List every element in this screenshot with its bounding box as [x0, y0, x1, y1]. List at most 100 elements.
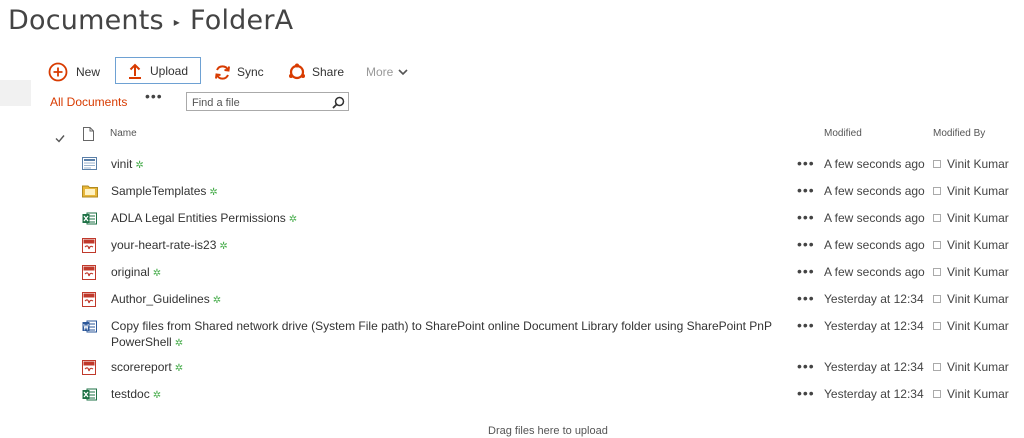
- file-name[interactable]: testdoc ✲: [111, 387, 161, 401]
- table-row[interactable]: SampleTemplates ✲ ••• A few seconds ago V…: [0, 178, 1024, 204]
- upload-arrow-icon: [128, 63, 141, 79]
- column-header-name[interactable]: Name: [110, 128, 137, 144]
- file-name-text: ADLA Legal Entities Permissions: [111, 211, 286, 225]
- modified-by-name: Vinit Kumar: [947, 292, 1009, 306]
- row-modified-by[interactable]: Vinit Kumar: [933, 319, 1009, 333]
- new-item-icon: ✲: [288, 214, 298, 225]
- more-label: More: [366, 65, 394, 79]
- new-item-icon: ✲: [219, 241, 228, 252]
- row-modified-by[interactable]: Vinit Kumar: [933, 211, 1009, 225]
- table-row[interactable]: vinit ✲ ••• A few seconds ago Vinit Kumar: [0, 151, 1024, 177]
- modified-by-name: Vinit Kumar: [947, 157, 1009, 171]
- file-type-header-icon: [83, 127, 94, 146]
- row-menu-icon[interactable]: •••: [797, 290, 815, 306]
- file-name[interactable]: SampleTemplates ✲: [111, 184, 218, 198]
- column-header-modified-by[interactable]: Modified By: [933, 128, 985, 144]
- file-name[interactable]: vinit ✲: [111, 157, 144, 171]
- view-bar: All Documents •••: [50, 88, 349, 112]
- row-menu-icon[interactable]: •••: [797, 209, 815, 225]
- file-name-continued[interactable]: PowerShell ✲: [111, 335, 183, 349]
- row-modified-by[interactable]: Vinit Kumar: [933, 292, 1009, 306]
- table-row[interactable]: Copy files from Shared network drive (Sy…: [0, 313, 1024, 355]
- table-row[interactable]: Author_Guidelines ✲ ••• Yesterday at 12:3…: [0, 286, 1024, 312]
- row-modified-by[interactable]: Vinit Kumar: [933, 157, 1009, 171]
- row-menu-icon[interactable]: •••: [797, 358, 815, 374]
- excel-file-icon: [82, 211, 97, 231]
- file-name-text-line2: PowerShell: [111, 335, 172, 349]
- pdf-file-icon: [82, 265, 96, 285]
- table-row[interactable]: original ✲ ••• A few seconds ago Vinit Ku…: [0, 259, 1024, 285]
- new-item-icon: ✲: [212, 295, 222, 306]
- row-modified-by[interactable]: Vinit Kumar: [933, 238, 1009, 252]
- sync-label: Sync: [237, 65, 264, 79]
- file-name-text: testdoc: [111, 387, 150, 401]
- presence-icon: [933, 160, 941, 168]
- file-name[interactable]: scorereport ✲: [111, 360, 183, 374]
- column-header-modified[interactable]: Modified: [824, 128, 862, 144]
- modified-by-name: Vinit Kumar: [947, 319, 1009, 333]
- file-name[interactable]: Author_Guidelines ✲: [111, 292, 221, 306]
- row-modified-by[interactable]: Vinit Kumar: [933, 387, 1009, 401]
- file-name[interactable]: your-heart-rate-is23 ✲: [111, 238, 228, 252]
- folder-icon: [82, 184, 98, 203]
- view-selector-all-documents[interactable]: All Documents: [50, 95, 127, 109]
- upload-label: Upload: [149, 63, 189, 78]
- modified-by-name: Vinit Kumar: [947, 184, 1009, 198]
- row-modified: Yesterday at 12:34: [824, 319, 924, 333]
- share-icon: [289, 63, 305, 80]
- row-modified: Yesterday at 12:34: [824, 360, 924, 374]
- select-all-check-icon[interactable]: [55, 130, 65, 148]
- view-options-icon[interactable]: •••: [145, 88, 163, 104]
- search-input[interactable]: [187, 94, 327, 112]
- plus-circle-icon: [48, 62, 68, 82]
- file-name-text: Copy files from Shared network drive (Sy…: [111, 319, 772, 333]
- row-menu-icon[interactable]: •••: [797, 236, 815, 252]
- drag-upload-hint: Drag files here to upload: [488, 425, 608, 437]
- new-button[interactable]: New: [48, 58, 102, 86]
- file-name-text: scorereport: [111, 360, 172, 374]
- sync-button[interactable]: Sync: [214, 58, 264, 86]
- row-menu-icon[interactable]: •••: [797, 263, 815, 279]
- row-menu-icon[interactable]: •••: [797, 317, 815, 333]
- breadcrumb: Documents ▸ FolderA: [8, 0, 293, 40]
- share-button[interactable]: Share: [288, 58, 344, 86]
- table-row[interactable]: your-heart-rate-is23 ✲ ••• A few seconds …: [0, 232, 1024, 258]
- modified-by-name: Vinit Kumar: [947, 360, 1009, 374]
- more-button[interactable]: More: [366, 58, 408, 86]
- word-file-icon: [82, 319, 97, 339]
- file-name[interactable]: Copy files from Shared network drive (Sy…: [111, 319, 772, 333]
- presence-icon: [933, 187, 941, 195]
- find-file-box: [186, 92, 349, 112]
- new-item-icon: ✲: [209, 187, 218, 198]
- table-row[interactable]: ADLA Legal Entities Permissions ✲ ••• A f…: [0, 205, 1024, 231]
- row-modified-by[interactable]: Vinit Kumar: [933, 360, 1009, 374]
- row-menu-icon[interactable]: •••: [797, 155, 815, 171]
- row-modified: A few seconds ago: [824, 184, 925, 198]
- new-item-icon: ✲: [152, 390, 162, 401]
- file-name-text: vinit: [111, 157, 133, 171]
- modified-by-name: Vinit Kumar: [947, 265, 1009, 279]
- new-item-icon: ✲: [174, 363, 184, 374]
- presence-icon: [933, 241, 941, 249]
- search-icon[interactable]: [332, 96, 345, 109]
- pdf-file-icon: [82, 238, 96, 258]
- presence-icon: [933, 390, 941, 398]
- row-menu-icon[interactable]: •••: [797, 385, 815, 401]
- page-file-icon: [82, 157, 97, 176]
- row-modified: A few seconds ago: [824, 238, 925, 252]
- file-name[interactable]: original ✲: [111, 265, 161, 279]
- table-row[interactable]: testdoc ✲ ••• Yesterday at 12:34 Vinit Ku…: [0, 381, 1024, 407]
- pdf-file-icon: [82, 360, 96, 380]
- row-modified-by[interactable]: Vinit Kumar: [933, 184, 1009, 198]
- row-menu-icon[interactable]: •••: [797, 182, 815, 198]
- share-label: Share: [312, 65, 345, 79]
- modified-by-name: Vinit Kumar: [947, 238, 1009, 252]
- file-name[interactable]: ADLA Legal Entities Permissions ✲: [111, 211, 297, 225]
- breadcrumb-root[interactable]: Documents: [8, 5, 164, 36]
- row-modified-by[interactable]: Vinit Kumar: [933, 265, 1009, 279]
- row-modified: Yesterday at 12:34: [824, 387, 924, 401]
- presence-icon: [933, 268, 941, 276]
- table-row[interactable]: scorereport ✲ ••• Yesterday at 12:34 Vini…: [0, 354, 1024, 380]
- upload-button[interactable]: Upload: [115, 57, 201, 84]
- file-name-text: SampleTemplates: [111, 184, 207, 198]
